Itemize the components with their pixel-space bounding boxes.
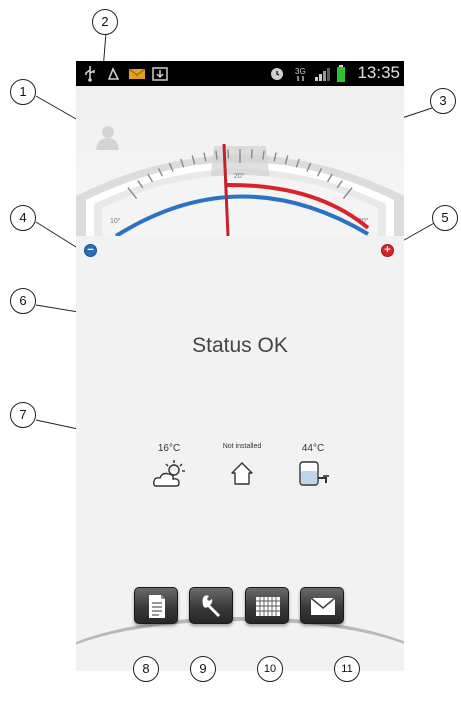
- callout-8: 8: [133, 656, 159, 682]
- thermostat-gauge[interactable]: 10° 20° 30°: [76, 86, 404, 238]
- callout-7: 7: [10, 402, 36, 428]
- mail-notification-icon: [128, 68, 146, 79]
- callout-4: 4: [10, 205, 36, 231]
- calendar-grid-icon: [256, 597, 280, 616]
- messages-button[interactable]: [300, 587, 344, 624]
- signal-bars-icon: [315, 68, 330, 81]
- log-button[interactable]: [134, 587, 178, 624]
- outdoor-temperature-sensor[interactable]: 16°C: [144, 443, 194, 489]
- gauge-tick: [227, 149, 230, 159]
- increase-temperature-button[interactable]: +: [381, 244, 394, 257]
- callout-11: 11: [334, 656, 360, 682]
- download-icon: [152, 67, 168, 81]
- hot-water-sensor[interactable]: 44°C: [290, 443, 336, 489]
- document-icon: [149, 595, 165, 618]
- status-time: 13:35: [357, 63, 400, 82]
- callout-1: 1: [10, 79, 36, 105]
- user-avatar-icon[interactable]: [94, 124, 120, 150]
- alarm-clock-icon: [271, 68, 283, 80]
- usb-icon: [85, 66, 95, 82]
- callout-3: 3: [430, 88, 456, 114]
- callout-10: 10: [257, 656, 283, 682]
- gauge-label-mid: 20°: [234, 172, 245, 180]
- outdoor-temperature-value: 16°C: [157, 443, 181, 454]
- gauge-label-min: 10°: [110, 217, 121, 225]
- callout-9: 9: [190, 656, 216, 682]
- indoor-sensor-value: Not installed: [222, 443, 262, 450]
- callout-2: 2: [92, 9, 118, 35]
- water-tank-tap-icon: [299, 461, 329, 486]
- decrease-temperature-button[interactable]: −: [84, 244, 97, 257]
- weather-sun-cloud-icon: [153, 460, 185, 487]
- hot-water-temperature-value: 44°C: [301, 443, 325, 454]
- status-text: Status OK: [192, 334, 288, 357]
- status-bar: 3G 13:35: [76, 61, 404, 86]
- indoor-sensor[interactable]: Not installed: [214, 443, 270, 487]
- recycle-icon: [107, 67, 120, 80]
- svg-text:3G: 3G: [295, 67, 306, 76]
- callout-5: 5: [432, 205, 458, 231]
- schedule-button[interactable]: [245, 587, 289, 624]
- gauge-dial: 10° 20° 30°: [76, 143, 404, 238]
- settings-button[interactable]: [189, 587, 233, 624]
- house-icon: [231, 462, 253, 485]
- wrench-icon: [202, 595, 220, 617]
- phone-screen: 3G 13:35 10° 20° 30° − + Status OK 16°C …: [76, 61, 404, 671]
- callout-6: 6: [10, 288, 36, 314]
- 3g-icon: 3G: [295, 67, 306, 81]
- envelope-icon: [310, 597, 336, 615]
- gauge-tick: [250, 149, 253, 159]
- battery-icon: [337, 65, 345, 82]
